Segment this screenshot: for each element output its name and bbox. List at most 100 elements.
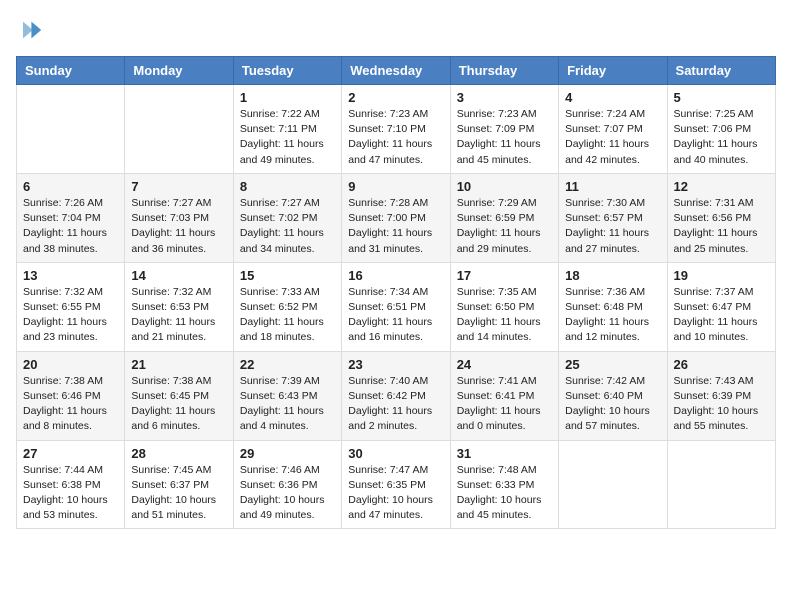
day-number: 29 — [240, 446, 335, 461]
day-detail: Sunrise: 7:25 AMSunset: 7:06 PMDaylight:… — [674, 107, 769, 168]
day-detail: Sunrise: 7:43 AMSunset: 6:39 PMDaylight:… — [674, 374, 769, 435]
calendar-day-cell: 15 Sunrise: 7:33 AMSunset: 6:52 PMDayligh… — [233, 262, 341, 351]
calendar-week-row: 1 Sunrise: 7:22 AMSunset: 7:11 PMDaylight… — [17, 85, 776, 174]
day-detail: Sunrise: 7:46 AMSunset: 6:36 PMDaylight:… — [240, 463, 335, 524]
calendar-day-cell — [559, 440, 667, 529]
day-number: 27 — [23, 446, 118, 461]
day-detail: Sunrise: 7:34 AMSunset: 6:51 PMDaylight:… — [348, 285, 443, 346]
calendar-week-row: 27 Sunrise: 7:44 AMSunset: 6:38 PMDayligh… — [17, 440, 776, 529]
calendar-day-cell: 21 Sunrise: 7:38 AMSunset: 6:45 PMDayligh… — [125, 351, 233, 440]
calendar-day-cell — [667, 440, 775, 529]
day-number: 16 — [348, 268, 443, 283]
day-detail: Sunrise: 7:44 AMSunset: 6:38 PMDaylight:… — [23, 463, 118, 524]
day-number: 24 — [457, 357, 552, 372]
day-detail: Sunrise: 7:27 AMSunset: 7:02 PMDaylight:… — [240, 196, 335, 257]
day-detail: Sunrise: 7:45 AMSunset: 6:37 PMDaylight:… — [131, 463, 226, 524]
day-number: 28 — [131, 446, 226, 461]
day-number: 21 — [131, 357, 226, 372]
day-detail: Sunrise: 7:30 AMSunset: 6:57 PMDaylight:… — [565, 196, 660, 257]
day-detail: Sunrise: 7:48 AMSunset: 6:33 PMDaylight:… — [457, 463, 552, 524]
weekday-header: Sunday — [17, 57, 125, 85]
calendar-day-cell: 9 Sunrise: 7:28 AMSunset: 7:00 PMDaylight… — [342, 173, 450, 262]
day-number: 11 — [565, 179, 660, 194]
day-number: 19 — [674, 268, 769, 283]
day-number: 6 — [23, 179, 118, 194]
day-number: 26 — [674, 357, 769, 372]
day-number: 13 — [23, 268, 118, 283]
day-number: 18 — [565, 268, 660, 283]
day-number: 31 — [457, 446, 552, 461]
day-number: 15 — [240, 268, 335, 283]
calendar-day-cell: 3Sunrise: 7:23 AMSunset: 7:09 PMDaylight… — [450, 85, 558, 174]
calendar-day-cell: 29 Sunrise: 7:46 AMSunset: 6:36 PMDayligh… — [233, 440, 341, 529]
weekday-header: Monday — [125, 57, 233, 85]
day-number: 8 — [240, 179, 335, 194]
day-number: 1 — [240, 90, 335, 105]
day-detail: Sunrise: 7:39 AMSunset: 6:43 PMDaylight:… — [240, 374, 335, 435]
day-number: 3 — [457, 90, 552, 105]
calendar-day-cell: 17 Sunrise: 7:35 AMSunset: 6:50 PMDayligh… — [450, 262, 558, 351]
day-number: 10 — [457, 179, 552, 194]
calendar-day-cell — [17, 85, 125, 174]
calendar-day-cell: 14 Sunrise: 7:32 AMSunset: 6:53 PMDayligh… — [125, 262, 233, 351]
day-detail: Sunrise: 7:32 AMSunset: 6:53 PMDaylight:… — [131, 285, 226, 346]
calendar-day-cell: 25Sunrise: 7:42 AMSunset: 6:40 PMDayligh… — [559, 351, 667, 440]
day-number: 7 — [131, 179, 226, 194]
calendar-week-row: 20Sunrise: 7:38 AMSunset: 6:46 PMDayligh… — [17, 351, 776, 440]
weekday-header: Tuesday — [233, 57, 341, 85]
calendar-day-cell: 8 Sunrise: 7:27 AMSunset: 7:02 PMDaylight… — [233, 173, 341, 262]
day-number: 12 — [674, 179, 769, 194]
day-detail: Sunrise: 7:24 AMSunset: 7:07 PMDaylight:… — [565, 107, 660, 168]
day-number: 20 — [23, 357, 118, 372]
day-detail: Sunrise: 7:28 AMSunset: 7:00 PMDaylight:… — [348, 196, 443, 257]
calendar-day-cell: 7Sunrise: 7:27 AMSunset: 7:03 PMDaylight… — [125, 173, 233, 262]
calendar-day-cell: 27 Sunrise: 7:44 AMSunset: 6:38 PMDayligh… — [17, 440, 125, 529]
day-number: 14 — [131, 268, 226, 283]
calendar-day-cell: 28 Sunrise: 7:45 AMSunset: 6:37 PMDayligh… — [125, 440, 233, 529]
day-detail: Sunrise: 7:26 AMSunset: 7:04 PMDaylight:… — [23, 196, 118, 257]
day-detail: Sunrise: 7:32 AMSunset: 6:55 PMDaylight:… — [23, 285, 118, 346]
calendar-week-row: 13 Sunrise: 7:32 AMSunset: 6:55 PMDayligh… — [17, 262, 776, 351]
logo-icon — [16, 16, 44, 44]
calendar-day-cell: 6 Sunrise: 7:26 AMSunset: 7:04 PMDaylight… — [17, 173, 125, 262]
day-number: 4 — [565, 90, 660, 105]
day-detail: Sunrise: 7:22 AMSunset: 7:11 PMDaylight:… — [240, 107, 335, 168]
day-number: 2 — [348, 90, 443, 105]
day-detail: Sunrise: 7:41 AMSunset: 6:41 PMDaylight:… — [457, 374, 552, 435]
calendar-day-cell: 12 Sunrise: 7:31 AMSunset: 6:56 PMDayligh… — [667, 173, 775, 262]
day-detail: Sunrise: 7:31 AMSunset: 6:56 PMDaylight:… — [674, 196, 769, 257]
weekday-header: Thursday — [450, 57, 558, 85]
calendar-day-cell: 13 Sunrise: 7:32 AMSunset: 6:55 PMDayligh… — [17, 262, 125, 351]
page-header — [16, 16, 776, 44]
day-detail: Sunrise: 7:33 AMSunset: 6:52 PMDaylight:… — [240, 285, 335, 346]
day-number: 30 — [348, 446, 443, 461]
calendar-table: SundayMondayTuesdayWednesdayThursdayFrid… — [16, 56, 776, 529]
calendar-header-row: SundayMondayTuesdayWednesdayThursdayFrid… — [17, 57, 776, 85]
calendar-day-cell: 22Sunrise: 7:39 AMSunset: 6:43 PMDayligh… — [233, 351, 341, 440]
weekday-header: Wednesday — [342, 57, 450, 85]
calendar-day-cell: 18 Sunrise: 7:36 AMSunset: 6:48 PMDayligh… — [559, 262, 667, 351]
calendar-day-cell: 24 Sunrise: 7:41 AMSunset: 6:41 PMDayligh… — [450, 351, 558, 440]
calendar-day-cell: 30 Sunrise: 7:47 AMSunset: 6:35 PMDayligh… — [342, 440, 450, 529]
calendar-day-cell — [125, 85, 233, 174]
day-number: 17 — [457, 268, 552, 283]
weekday-header: Friday — [559, 57, 667, 85]
calendar-day-cell: 20Sunrise: 7:38 AMSunset: 6:46 PMDayligh… — [17, 351, 125, 440]
day-detail: Sunrise: 7:47 AMSunset: 6:35 PMDaylight:… — [348, 463, 443, 524]
calendar-week-row: 6 Sunrise: 7:26 AMSunset: 7:04 PMDaylight… — [17, 173, 776, 262]
day-detail: Sunrise: 7:40 AMSunset: 6:42 PMDaylight:… — [348, 374, 443, 435]
calendar-day-cell: 31 Sunrise: 7:48 AMSunset: 6:33 PMDayligh… — [450, 440, 558, 529]
calendar-day-cell: 23Sunrise: 7:40 AMSunset: 6:42 PMDayligh… — [342, 351, 450, 440]
calendar-day-cell: 1 Sunrise: 7:22 AMSunset: 7:11 PMDaylight… — [233, 85, 341, 174]
day-detail: Sunrise: 7:38 AMSunset: 6:45 PMDaylight:… — [131, 374, 226, 435]
calendar-day-cell: 2Sunrise: 7:23 AMSunset: 7:10 PMDaylight… — [342, 85, 450, 174]
calendar-day-cell: 5Sunrise: 7:25 AMSunset: 7:06 PMDaylight… — [667, 85, 775, 174]
day-detail: Sunrise: 7:35 AMSunset: 6:50 PMDaylight:… — [457, 285, 552, 346]
calendar-day-cell: 16 Sunrise: 7:34 AMSunset: 6:51 PMDayligh… — [342, 262, 450, 351]
weekday-header: Saturday — [667, 57, 775, 85]
day-number: 9 — [348, 179, 443, 194]
calendar-day-cell: 10Sunrise: 7:29 AMSunset: 6:59 PMDayligh… — [450, 173, 558, 262]
day-detail: Sunrise: 7:36 AMSunset: 6:48 PMDaylight:… — [565, 285, 660, 346]
calendar-day-cell: 11 Sunrise: 7:30 AMSunset: 6:57 PMDayligh… — [559, 173, 667, 262]
calendar-day-cell: 19Sunrise: 7:37 AMSunset: 6:47 PMDayligh… — [667, 262, 775, 351]
